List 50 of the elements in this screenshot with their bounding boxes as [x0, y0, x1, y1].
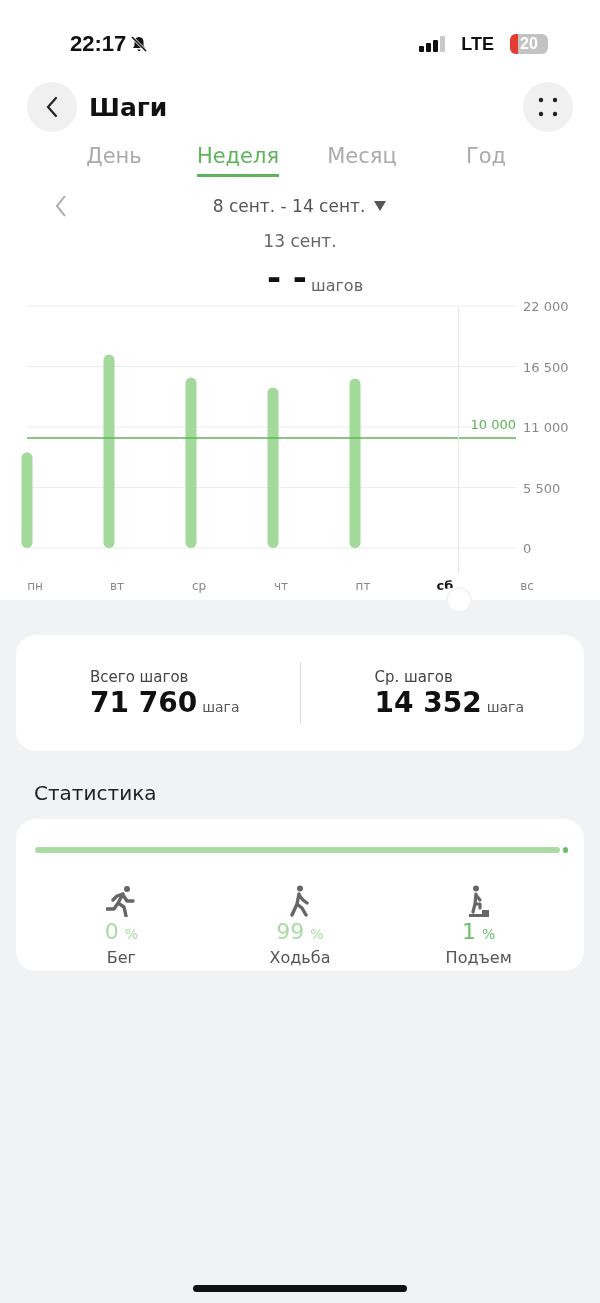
percent-sign: %: [482, 926, 496, 942]
activity-percent: 0: [104, 919, 119, 944]
four-dots-icon[interactable]: [537, 96, 559, 118]
summary-label: Ср. шагов: [374, 667, 454, 686]
summary-unit: шага: [486, 698, 524, 715]
network-label: LTE: [461, 33, 494, 55]
percent-sign: %: [310, 926, 324, 942]
summary-value: 71 760: [90, 685, 198, 719]
percent-sign: %: [124, 926, 138, 942]
period-tab[interactable]: Месяц: [327, 140, 397, 177]
date-range-selector[interactable]: 8 сент. - 14 сент.: [212, 196, 388, 216]
day-label[interactable]: пн: [27, 579, 43, 593]
muted-bell-icon: [130, 35, 149, 53]
step-value: - -: [266, 259, 307, 295]
signal-icon: [419, 36, 448, 52]
walker-icon: [289, 885, 311, 917]
activity-percent: 99: [276, 919, 305, 944]
caret-icon: [373, 200, 388, 212]
period-tab[interactable]: Год: [465, 140, 507, 177]
period-tab[interactable]: День: [86, 140, 142, 177]
page-title: Шаги: [89, 92, 168, 122]
more-button[interactable]: [523, 82, 573, 132]
summary-label: Всего шагов: [90, 667, 190, 686]
back-icon[interactable]: [44, 96, 60, 118]
step-unit: шагов: [311, 276, 364, 295]
status-time: 22:17: [70, 31, 127, 57]
period-tab[interactable]: Неделя: [196, 140, 280, 177]
day-label[interactable]: вт: [109, 579, 125, 593]
section-title: Статистика: [34, 781, 158, 805]
runner-icon: [106, 885, 137, 917]
y-tick-label: 0: [523, 541, 532, 556]
goal-label: 10 000: [470, 417, 516, 432]
back-button[interactable]: [27, 82, 77, 132]
activity-label: Подъем: [445, 948, 512, 967]
battery-indicator: 20: [510, 34, 548, 54]
activity-label: Бег: [106, 948, 136, 967]
activity-label: Ходьба: [269, 948, 331, 967]
day-label[interactable]: вс: [520, 579, 534, 593]
summary-value: 14 352: [374, 685, 482, 719]
day-label[interactable]: пт: [355, 579, 371, 593]
y-tick-label: 22 000: [523, 299, 569, 314]
activity-percent: 1: [462, 919, 476, 944]
y-tick-label: 16 500: [523, 359, 569, 375]
summary-unit: шага: [202, 698, 240, 715]
y-tick-label: 11 000: [523, 420, 569, 435]
y-tick-label: 5 500: [523, 480, 561, 496]
day-label[interactable]: ср: [191, 579, 207, 593]
day-label[interactable]: чт: [273, 579, 289, 593]
stair-climber-icon: [466, 885, 491, 917]
selected-date: 13 сент.: [262, 231, 338, 251]
